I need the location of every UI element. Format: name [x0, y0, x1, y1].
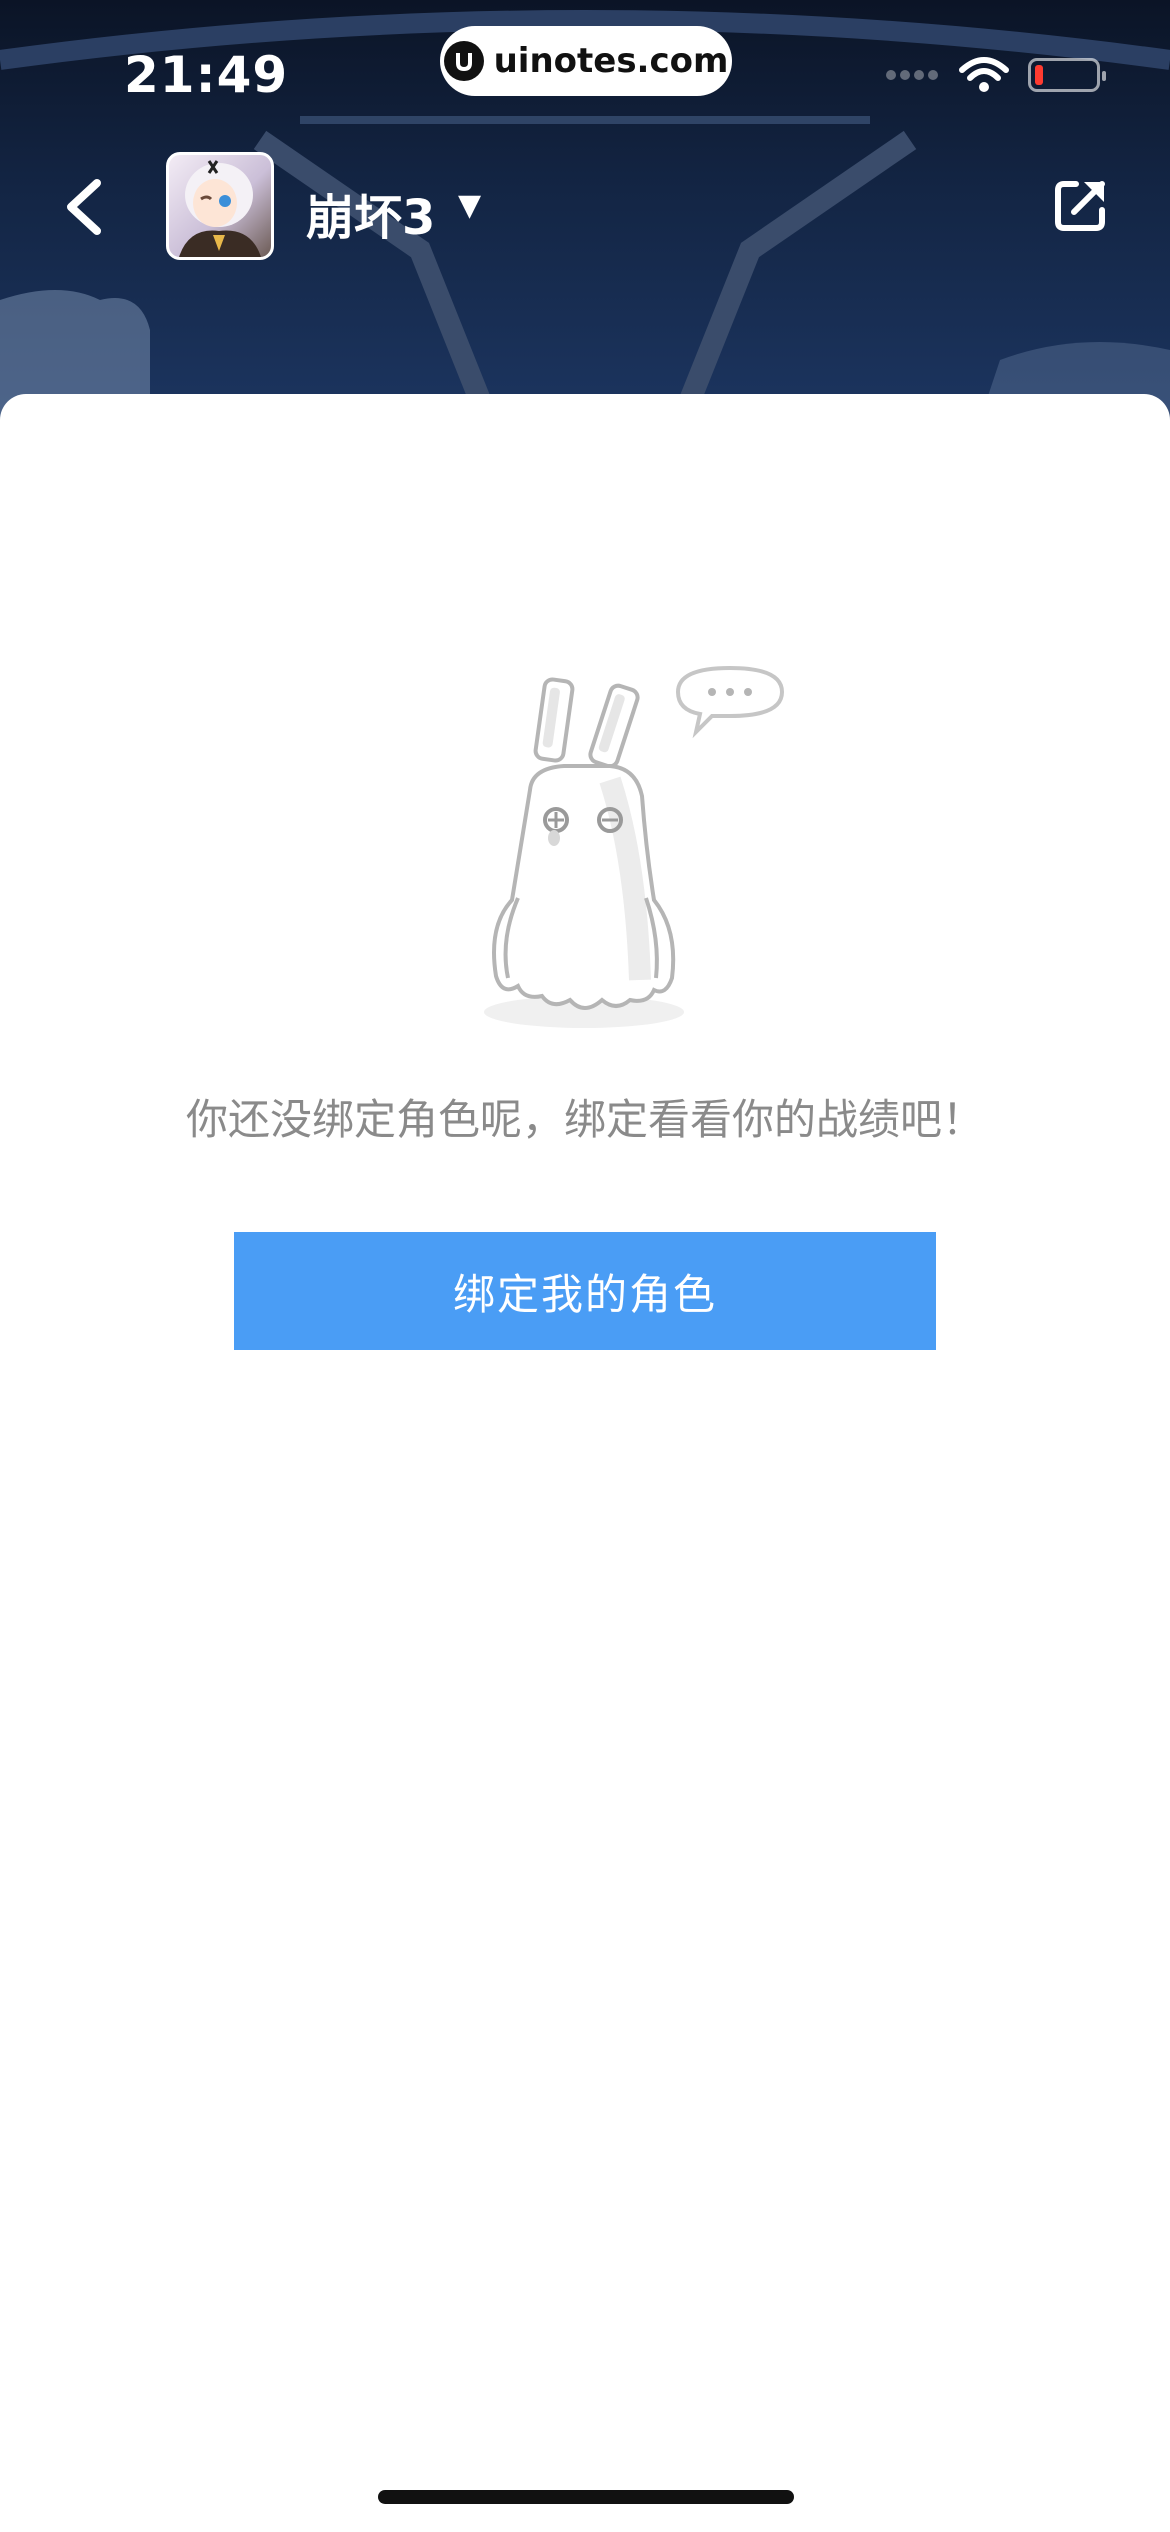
character-avatar-icon: [179, 160, 261, 257]
status-bar-time: 21:49: [124, 46, 289, 104]
rabbit-mascot-icon: [460, 660, 800, 1040]
bind-character-button[interactable]: 绑定我的角色: [234, 1232, 936, 1350]
share-external-icon: [1055, 181, 1105, 231]
empty-state-message: 你还没绑定角色呢，绑定看看你的战绩吧！: [185, 1095, 984, 1144]
battery-level: [1035, 65, 1043, 85]
uinotes-logo-icon: [443, 41, 484, 81]
wifi-icon: [959, 57, 1009, 92]
chevron-left-icon: [67, 179, 101, 235]
cellular-signal-icon: [886, 70, 938, 80]
caret-down-icon[interactable]: ▼: [458, 188, 481, 223]
game-title[interactable]: 崩坏3: [306, 178, 435, 248]
share-button[interactable]: [1052, 176, 1118, 242]
battery-icon: [1028, 58, 1106, 92]
back-button[interactable]: [50, 172, 120, 242]
home-indicator[interactable]: [378, 2490, 794, 2504]
status-bar-indicators: [886, 56, 1106, 94]
game-avatar[interactable]: [166, 152, 274, 260]
watermark-badge: uinotes.com: [440, 26, 732, 96]
watermark-text: uinotes.com: [493, 41, 729, 81]
navigation-bar: 崩坏3 ▼: [0, 152, 1170, 262]
